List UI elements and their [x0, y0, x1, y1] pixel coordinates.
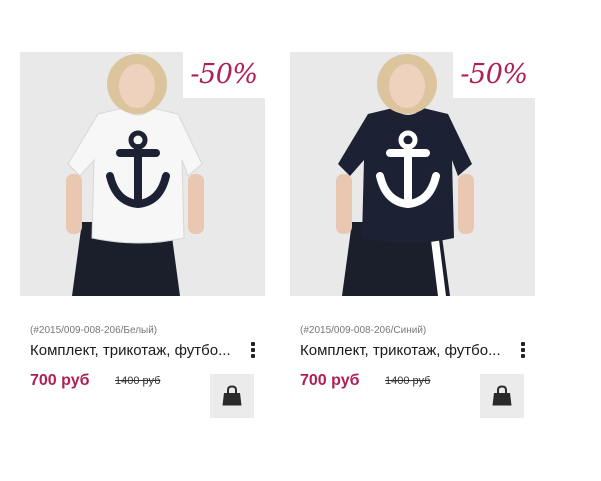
product-photo[interactable]: -50%: [290, 52, 535, 296]
discount-badge: -50%: [183, 52, 265, 98]
add-to-cart-button[interactable]: [480, 374, 524, 418]
product-title[interactable]: Комплект, трикотаж, футбо...: [300, 342, 518, 359]
face: [119, 64, 155, 108]
more-vertical-icon[interactable]: [519, 341, 527, 361]
product-old-price: 1400 руб: [115, 375, 161, 387]
product-card[interactable]: -50% (#2015/009-008-206/Белый) Комплект,…: [20, 52, 265, 422]
right-arm: [458, 174, 474, 234]
left-arm: [336, 174, 352, 234]
product-sku: (#2015/009-008-206/Синий): [300, 325, 427, 336]
left-arm: [66, 174, 82, 234]
product-title[interactable]: Комплект, трикотаж, футбо...: [30, 342, 248, 359]
product-card[interactable]: -50% (#2015/009-008-206/Синий) Комплект,…: [290, 52, 535, 422]
discount-badge: -50%: [453, 52, 535, 98]
product-photo[interactable]: -50%: [20, 52, 265, 296]
product-price: 700 руб: [300, 372, 360, 389]
shopping-bag-icon: [492, 385, 512, 406]
more-vertical-icon[interactable]: [249, 341, 257, 361]
right-arm: [188, 174, 204, 234]
face: [389, 64, 425, 108]
add-to-cart-button[interactable]: [210, 374, 254, 418]
product-old-price: 1400 руб: [385, 375, 431, 387]
shopping-bag-icon: [222, 385, 242, 406]
product-sku: (#2015/009-008-206/Белый): [30, 325, 158, 336]
product-price: 700 руб: [30, 372, 90, 389]
